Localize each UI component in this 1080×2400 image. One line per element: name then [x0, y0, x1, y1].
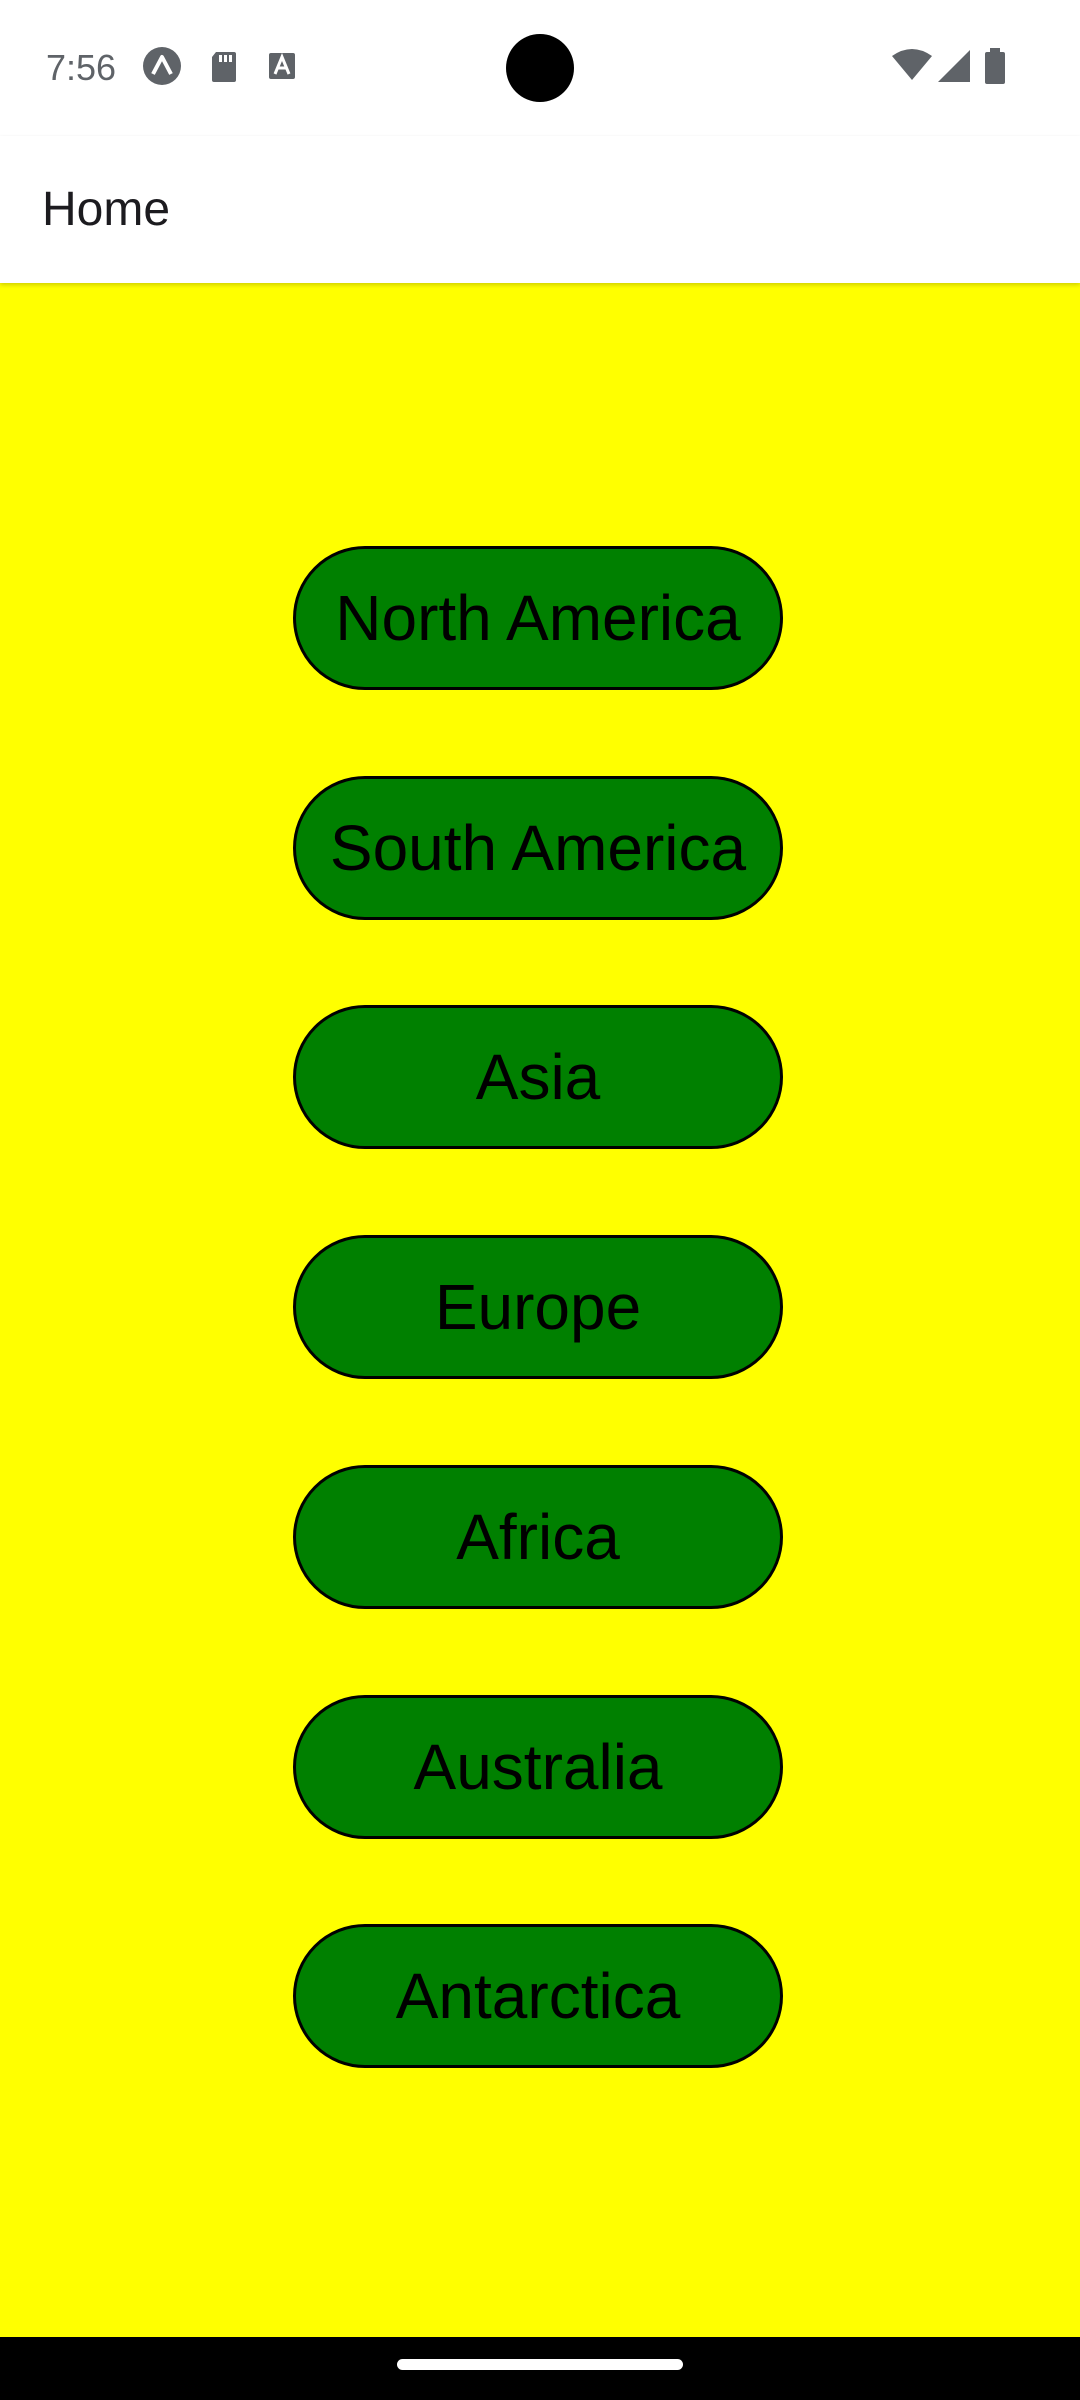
europe-button[interactable]: Europe [293, 1235, 783, 1379]
sd-card-icon [204, 46, 244, 86]
africa-button[interactable]: Africa [293, 1465, 783, 1609]
expo-icon [142, 46, 182, 86]
camera-cutout [506, 34, 574, 102]
app-bar: Home [0, 136, 1080, 283]
navigation-bar [0, 2337, 1080, 2400]
status-time: 7:56 [46, 47, 117, 88]
status-bar: 7:56 [0, 0, 1080, 136]
continent-list: North America South America Asia Europe … [0, 283, 1080, 2337]
page-title: Home [42, 183, 171, 236]
south-america-button[interactable]: South America [293, 776, 783, 920]
asia-button[interactable]: Asia [293, 1005, 783, 1149]
home-gesture-handle[interactable] [397, 2359, 683, 2370]
north-america-button[interactable]: North America [293, 546, 783, 690]
keyboard-a-icon [262, 46, 302, 86]
australia-button[interactable]: Australia [293, 1695, 783, 1839]
battery-icon [982, 46, 1008, 86]
wifi-icon [890, 46, 934, 86]
antarctica-button[interactable]: Antarctica [293, 1924, 783, 2068]
signal-icon [934, 46, 974, 86]
